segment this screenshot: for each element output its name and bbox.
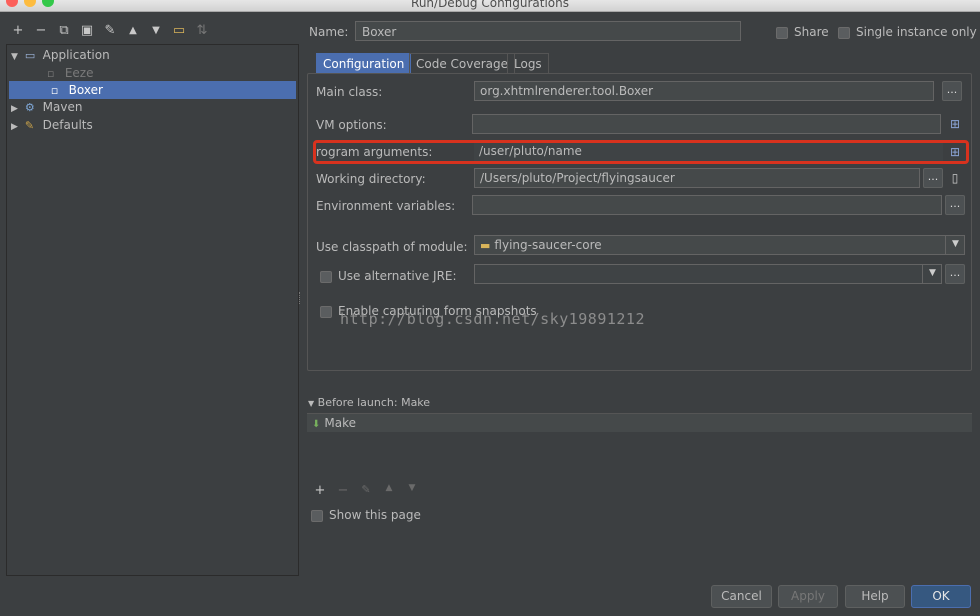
application-icon: ▭ [24, 49, 36, 62]
config-toolbar: + − ⧉ ▣ ✎ ▲ ▼ ▭ ⇅ [0, 18, 300, 46]
tree-node-eeze[interactable]: ▫ Eeze [47, 64, 292, 82]
classpath-module-value: flying-saucer-core [494, 238, 602, 252]
single-instance-label: Single instance only [856, 25, 977, 39]
tree-node-label: Maven [42, 100, 83, 114]
window-title: Run/Debug Configurations [411, 0, 569, 10]
folder-icon[interactable]: ▭ [170, 22, 188, 40]
classpath-module-select[interactable]: ▬ flying-saucer-core [474, 235, 965, 255]
splitter-handle[interactable] [299, 292, 302, 304]
working-directory-input[interactable]: /Users/pluto/Project/flyingsaucer [474, 168, 920, 188]
tree-node-maven[interactable]: ▶ ⚙ Maven [11, 98, 296, 116]
expand-editor-icon[interactable]: ⊞ [945, 114, 965, 134]
name-input[interactable]: Boxer [355, 21, 741, 41]
expand-arrow-icon[interactable]: ▼ [11, 48, 21, 66]
alternative-jre-checkbox[interactable]: Use alternative JRE: [320, 269, 457, 283]
list-item[interactable]: ⬇ Make [307, 414, 972, 432]
sort-icon[interactable]: ⇅ [193, 22, 211, 40]
show-page-checkbox[interactable]: Show this page [311, 508, 421, 522]
checkbox-box[interactable] [838, 26, 850, 39]
apply-button[interactable]: Apply [778, 585, 838, 608]
make-icon: ⬇ [312, 419, 321, 430]
environment-variables-input[interactable] [472, 195, 942, 215]
tree-node-label: Boxer [68, 83, 103, 97]
checkbox-box[interactable] [320, 305, 332, 318]
tree-node-label: Application [42, 48, 110, 62]
main-class-label: Main class: [316, 85, 383, 99]
title-bar: Run/Debug Configurations [0, 0, 980, 12]
alternative-jre-browse-button[interactable]: ... [945, 264, 965, 284]
save-icon[interactable]: ▣ [78, 22, 96, 40]
add-task-icon[interactable]: + [312, 483, 328, 498]
chevron-down-icon[interactable]: ▼ [922, 264, 942, 284]
working-directory-label: Working directory: [316, 172, 426, 186]
watermark-text: http://blog.csdn.net/sky19891212 [340, 310, 645, 328]
configuration-tree[interactable]: ▼ ▭ Application ▫ Eeze ▫ Boxer ▶ ⚙ Maven… [6, 44, 299, 576]
tree-node-defaults[interactable]: ▶ ✎ Defaults [11, 116, 296, 134]
wrench-icon: ✎ [24, 119, 35, 132]
tab-code-coverage[interactable]: Code Coverage [409, 53, 516, 74]
list-item-label: Make [324, 416, 357, 430]
help-button[interactable]: Help [845, 585, 905, 608]
chevron-down-icon[interactable]: ▼ [945, 235, 965, 255]
share-label: Share [794, 25, 829, 39]
highlight-annotation [313, 140, 969, 164]
classpath-module-label: Use classpath of module: [316, 240, 468, 254]
move-down-icon[interactable]: ▼ [147, 22, 165, 40]
move-down-icon[interactable]: ▼ [404, 483, 420, 493]
alternative-jre-label: Use alternative JRE: [338, 269, 457, 283]
main-class-browse-button[interactable]: ... [942, 81, 962, 101]
checkbox-box[interactable] [320, 270, 332, 283]
tab-logs[interactable]: Logs [507, 53, 549, 74]
vm-options-input[interactable] [472, 114, 941, 134]
tree-node-label: Eeze [64, 66, 94, 80]
tree-node-label: Defaults [42, 118, 93, 132]
checkbox-box[interactable] [311, 509, 323, 522]
minus-icon[interactable]: − [32, 22, 50, 40]
before-launch-header[interactable]: ▼ Before launch: Make [308, 396, 430, 409]
environment-variables-browse-button[interactable]: ... [945, 195, 965, 215]
plus-icon[interactable]: + [9, 22, 27, 40]
working-directory-browse-button[interactable]: ... [923, 168, 943, 188]
name-label: Name: [309, 25, 349, 39]
collapse-triangle-icon[interactable]: ▼ [308, 399, 314, 408]
edit-task-icon[interactable]: ✎ [358, 483, 374, 496]
tree-node-boxer[interactable]: ▫ Boxer [9, 81, 296, 99]
before-launch-title: Before launch: Make [317, 396, 431, 409]
before-launch-list[interactable]: ⬇ Make [307, 413, 972, 482]
single-instance-checkbox[interactable]: Single instance only [838, 25, 977, 39]
move-up-icon[interactable]: ▲ [124, 22, 142, 40]
main-class-input[interactable]: org.xhtmlrenderer.tool.Boxer [474, 81, 934, 101]
gear-icon: ⚙ [24, 101, 35, 114]
vm-options-label: VM options: [316, 118, 387, 132]
copy-icon[interactable]: ⧉ [55, 22, 73, 40]
module-folder-icon: ▬ [480, 239, 491, 252]
remove-task-icon[interactable]: − [335, 483, 351, 498]
wrench-icon[interactable]: ✎ [101, 22, 119, 40]
show-page-label: Show this page [329, 508, 421, 522]
tree-node-application[interactable]: ▼ ▭ Application [11, 46, 296, 64]
share-checkbox[interactable]: Share [776, 25, 829, 39]
checkbox-box[interactable] [776, 26, 788, 39]
move-up-icon[interactable]: ▲ [381, 483, 397, 493]
alternative-jre-select[interactable] [474, 264, 942, 284]
cancel-button[interactable]: Cancel [711, 585, 772, 608]
ok-button[interactable]: OK [911, 585, 971, 608]
macro-icon[interactable]: ▯ [945, 168, 965, 188]
tab-configuration[interactable]: Configuration [316, 53, 412, 74]
collapse-arrow-icon[interactable]: ▶ [11, 118, 21, 136]
environment-variables-label: Environment variables: [316, 199, 456, 213]
